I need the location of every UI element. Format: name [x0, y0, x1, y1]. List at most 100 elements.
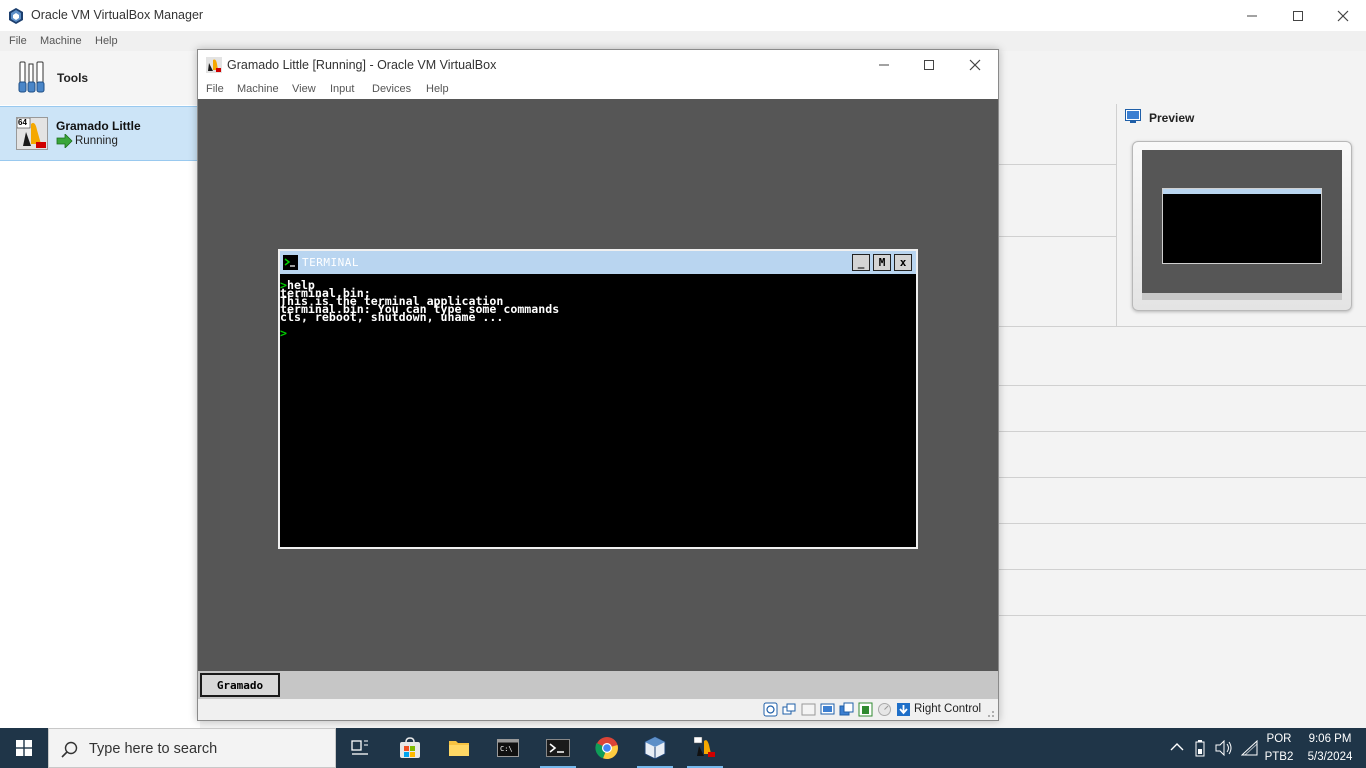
preview-header[interactable]: Preview	[1118, 104, 1366, 128]
folder-icon	[449, 741, 469, 756]
details-divider	[998, 326, 1366, 327]
file-explorer-button[interactable]	[435, 728, 483, 768]
maximize-button[interactable]	[1275, 0, 1321, 31]
svg-text:C:\: C:\	[500, 745, 513, 753]
chevron-up-icon[interactable]	[1170, 742, 1184, 752]
vm-close-button[interactable]	[952, 50, 998, 80]
shared-folders-icon[interactable]	[820, 702, 835, 717]
close-icon	[969, 59, 981, 71]
vm-window-titlebar: Gramado Little [Running] - Oracle VM Vir…	[198, 50, 998, 80]
terminal-icon	[283, 255, 298, 270]
menu-help[interactable]: Help	[95, 35, 118, 47]
running-arrow-icon	[56, 134, 73, 148]
terminal-minimize-button[interactable]: _	[852, 254, 870, 271]
manager-menubar: File Machine Help	[0, 31, 1366, 51]
virtualbox-taskbar-button[interactable]	[631, 728, 679, 768]
chrome-icon	[595, 737, 618, 760]
monitor-icon	[1125, 109, 1141, 123]
details-divider	[998, 523, 1366, 524]
terminal-title: TERMINAL	[302, 256, 359, 269]
clock-date[interactable]: 5/3/2024	[1300, 751, 1360, 763]
terminal-close-button[interactable]: x	[894, 254, 912, 271]
mouse-integration-icon[interactable]	[896, 702, 911, 717]
gramado-vm-taskbar-button[interactable]	[681, 728, 729, 768]
vm-menu-input[interactable]: Input	[330, 83, 354, 95]
terminal-line: cls, reboot, shutdown, uname ...	[280, 310, 504, 324]
chrome-button[interactable]	[583, 728, 631, 768]
tools-item[interactable]: Tools	[0, 51, 200, 105]
recording-icon[interactable]	[858, 702, 873, 717]
gramado-vm-icon	[694, 737, 715, 757]
network-icon[interactable]	[782, 702, 797, 717]
cpu-icon[interactable]	[877, 702, 892, 717]
taskbar-search[interactable]: Type here to search	[48, 728, 336, 768]
tools-label: Tools	[57, 71, 89, 85]
manager-title: Oracle VM VirtualBox Manager	[31, 8, 204, 22]
vm-arch-badge: 64	[18, 118, 27, 127]
battery-icon[interactable]	[1195, 739, 1205, 757]
clock-time[interactable]: 9:06 PM	[1300, 733, 1360, 745]
close-button[interactable]	[1320, 0, 1366, 31]
close-icon	[1337, 10, 1349, 21]
vm-menu-devices[interactable]: Devices	[372, 83, 411, 95]
terminal-maximize-button[interactable]: M	[873, 254, 891, 271]
manager-titlebar: Oracle VM VirtualBox Manager	[0, 0, 1366, 31]
host-key-label: Right Control	[914, 703, 982, 715]
task-view-button[interactable]	[336, 728, 384, 768]
vm-menubar: File Machine View Input Devices Help	[198, 80, 998, 99]
guest-terminal-titlebar[interactable]: TERMINAL _ M x	[280, 251, 916, 274]
preview-divider	[1116, 104, 1117, 326]
vm-os-icon: 64	[16, 117, 48, 150]
task-view-icon	[351, 740, 368, 755]
vm-minimize-button[interactable]	[861, 50, 907, 80]
terminal-output[interactable]: >help terminal.bin: This is the terminal…	[280, 279, 916, 547]
minimize-icon	[1247, 15, 1257, 16]
command-prompt-icon: C:\	[497, 739, 519, 757]
preview-label: Preview	[1149, 111, 1195, 125]
vm-menu-file[interactable]: File	[206, 83, 224, 95]
terminal-prompt: >	[280, 326, 287, 340]
details-divider	[998, 431, 1366, 432]
details-divider	[998, 477, 1366, 478]
windows-logo-icon	[16, 740, 32, 756]
vm-menu-machine[interactable]: Machine	[237, 83, 279, 95]
details-divider	[998, 615, 1366, 616]
start-button[interactable]	[0, 728, 48, 768]
volume-icon[interactable]	[1215, 740, 1233, 756]
vm-maximize-button[interactable]	[906, 50, 952, 80]
vm-statusbar: Right Control	[198, 699, 998, 720]
guest-start-button[interactable]: Gramado	[200, 673, 280, 697]
usb-icon[interactable]	[801, 702, 816, 717]
hard-disk-icon[interactable]	[763, 702, 778, 717]
terminal-app-icon	[546, 739, 570, 757]
keyboard-layout[interactable]: PTB2	[1262, 751, 1296, 763]
vm-list-item[interactable]: 64 Gramado Little Running	[0, 106, 200, 161]
menu-machine[interactable]: Machine	[40, 35, 82, 47]
microsoft-store-icon	[400, 737, 420, 758]
vm-state: Running	[75, 135, 118, 147]
preview-terminal	[1162, 188, 1322, 264]
display-icon[interactable]	[839, 702, 854, 717]
input-language[interactable]: POR	[1262, 733, 1296, 745]
details-divider	[998, 385, 1366, 386]
menu-file[interactable]: File	[9, 35, 27, 47]
terminal-app-button[interactable]	[534, 728, 582, 768]
vm-name: Gramado Little	[56, 119, 141, 133]
vm-menu-help[interactable]: Help	[426, 83, 449, 95]
vm-menu-view[interactable]: View	[292, 83, 316, 95]
resize-grip-icon[interactable]	[986, 709, 995, 718]
guest-taskbar	[198, 671, 998, 699]
minimize-icon	[879, 64, 889, 66]
command-prompt-button[interactable]: C:\	[484, 728, 532, 768]
virtualbox-icon	[9, 8, 23, 24]
minimize-button[interactable]	[1229, 0, 1275, 31]
search-placeholder: Type here to search	[89, 741, 218, 757]
details-divider	[998, 164, 1116, 165]
details-divider	[998, 236, 1116, 237]
network-wifi-icon[interactable]	[1241, 740, 1258, 756]
vm-window-icon	[206, 57, 222, 73]
vm-window-title: Gramado Little [Running] - Oracle VM Vir…	[227, 58, 497, 72]
details-divider	[998, 569, 1366, 570]
microsoft-store-button[interactable]	[386, 728, 434, 768]
tools-icon	[18, 61, 45, 93]
